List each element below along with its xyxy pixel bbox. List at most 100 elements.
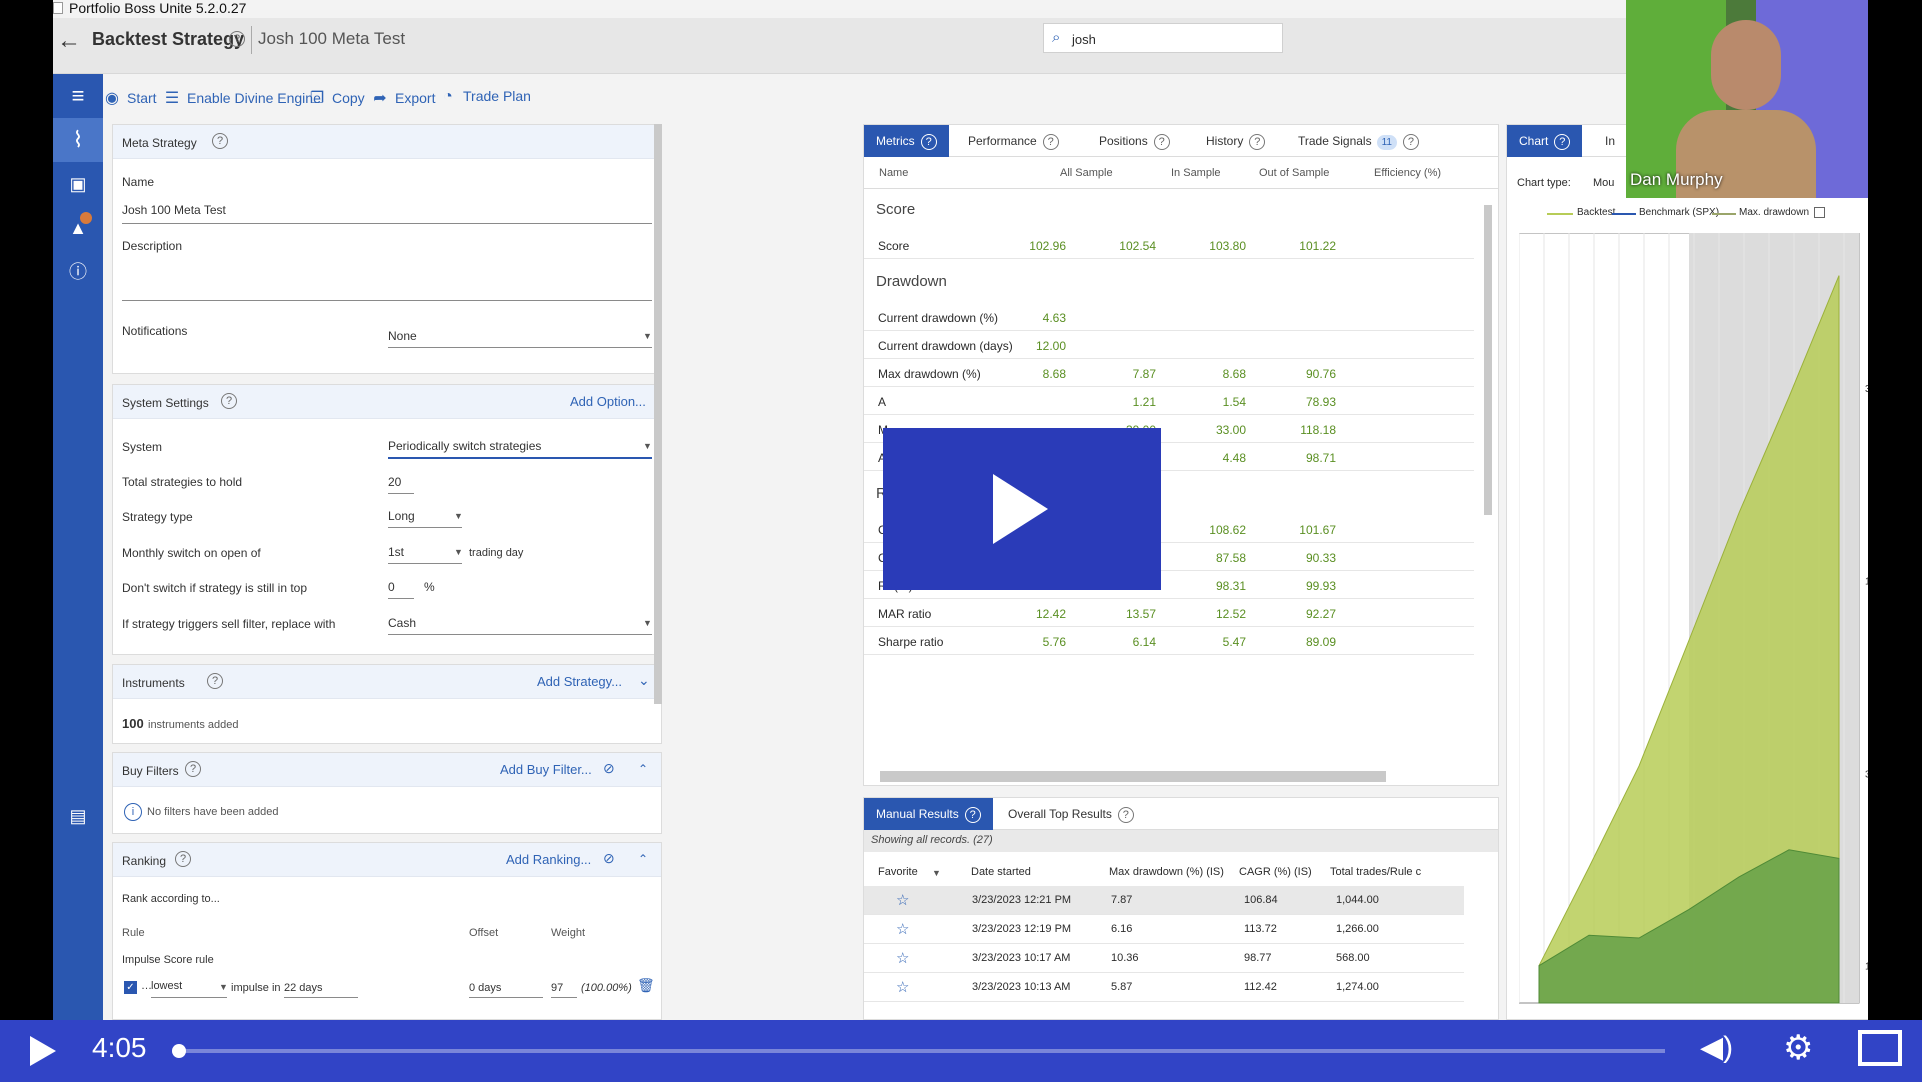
export-button[interactable]: ➦ Export [371,88,435,108]
settings-gear-icon[interactable]: ⚙ [1783,1028,1813,1068]
favorite-star-icon[interactable]: ☆ [896,920,909,938]
results-panel: Manual Results? Overall Top Results? Sho… [863,797,1499,1020]
rule-checkbox[interactable]: ✓ [124,981,137,994]
col-max-drawdown[interactable]: Max drawdown (%) (IS) [1109,866,1224,878]
notifications-icon[interactable]: ▲ [53,206,103,250]
add-buy-filter-button[interactable]: Add Buy Filter... [500,762,592,777]
dont-switch-input[interactable]: 0 [388,580,395,594]
metric-value: 90.76 [1305,367,1336,381]
copy-button[interactable]: ❐ Copy [308,88,365,108]
monthly-switch-select[interactable]: 1st [388,545,404,559]
progress-track[interactable] [175,1049,1665,1053]
log-icon[interactable]: ▤ [53,794,103,838]
tab-performance[interactable]: Performance? [956,125,1071,157]
back-arrow-icon[interactable]: ← [57,27,81,55]
results-row[interactable]: ☆ 3/23/2023 10:17 AM 10.36 98.77 568.00 [864,944,1464,973]
add-option-button[interactable]: Add Option... [570,394,646,409]
divider [251,26,252,54]
strategy-type-select[interactable]: Long [388,509,415,523]
tab-positions[interactable]: Positions? [1087,125,1182,157]
field-underline [388,634,652,635]
video-play-overlay[interactable] [883,428,1161,590]
add-strategy-button[interactable]: Add Strategy... [537,674,622,689]
start-button[interactable]: ◉ Start [103,88,157,108]
tab-overall-top-results[interactable]: Overall Top Results? [996,798,1146,830]
metric-name: MAR ratio [878,607,932,621]
help-icon[interactable]: ? [207,673,223,689]
app-icon [53,2,63,14]
search-input[interactable]: josh [1072,32,1096,47]
results-cell-date: 3/23/2023 10:17 AM [972,952,1071,964]
tab-metrics[interactable]: Metrics? [864,125,949,157]
offset-input[interactable]: 0 days [469,982,501,994]
chevron-up-icon[interactable]: ⌃ [638,762,648,776]
col-date-started[interactable]: Date started [971,866,1031,878]
tab-trade-signals[interactable]: Trade Signals 11? [1286,125,1431,157]
help-icon[interactable]: ? [229,31,245,47]
enable-divine-engine-button[interactable]: ☰ Enable Divine Engine [163,88,321,108]
legend-swatch-drawdown [1712,213,1736,215]
name-field[interactable]: Josh 100 Meta Test [122,203,226,217]
drawdown-checkbox[interactable] [1814,207,1825,218]
sliders-icon: ☰ [164,90,180,107]
results-row[interactable]: ☆ 3/23/2023 10:13 AM 5.87 112.42 1,274.00 [864,973,1464,1002]
volume-icon[interactable]: ◀) [1700,1030,1733,1065]
tab-manual-results[interactable]: Manual Results? [864,798,993,830]
search-box[interactable]: ⌕ josh [1043,23,1283,53]
notification-badge [80,212,92,224]
progress-handle[interactable] [172,1044,186,1058]
replace-with-select[interactable]: Cash [388,616,416,630]
help-icon[interactable]: ? [221,393,237,409]
results-cell-cagr: 113.72 [1244,923,1277,935]
help-icon[interactable]: ? [185,761,201,777]
notifications-select[interactable]: None [388,329,417,343]
chart-nav-icon[interactable]: ⌇ [53,118,103,162]
favorite-star-icon[interactable]: ☆ [896,978,909,996]
weight-input[interactable]: 97 [551,982,563,994]
chevron-down-icon[interactable]: ⌄ [638,672,650,689]
tab-chart[interactable]: Chart? [1507,125,1583,157]
chevron-up-icon[interactable]: ⌃ [638,852,648,866]
rule-days-input[interactable]: 22 days [284,982,323,994]
col-total-trades[interactable]: Total trades/Rule c [1330,866,1421,878]
tab-in[interactable]: In [1593,125,1627,157]
chevron-down-icon: ▼ [219,982,228,992]
chart-type-select[interactable]: Mou [1593,177,1614,189]
bookmark-off-icon[interactable]: ⊘ [603,850,615,867]
field-underline [388,457,652,459]
section-title: System Settings [122,396,209,410]
metric-row: MAR ratio 12.42 13.57 12.52 92.27 [864,599,1474,627]
help-nav-icon[interactable]: ⓘ [53,250,103,294]
favorite-star-icon[interactable]: ☆ [896,891,909,909]
trash-icon[interactable]: 🗑 [637,977,655,994]
col-cagr[interactable]: CAGR (%) (IS) [1239,866,1312,878]
ranking-panel: Ranking ? Add Ranking... ⊘ ⌃ Rank accord… [112,842,662,1020]
search-icon: ⌕ [1052,29,1061,46]
left-scrollbar[interactable] [654,124,662,704]
help-icon[interactable]: ? [212,133,228,149]
trade-plan-button[interactable]: ◔ Trade Plan [439,88,531,106]
results-row[interactable]: ☆ 3/23/2023 12:21 PM 7.87 106.84 1,044.00 [864,886,1464,915]
metric-value: 4.63 [1042,311,1066,325]
metric-value: 98.31 [1215,579,1246,593]
help-icon[interactable]: ? [175,851,191,867]
menu-icon[interactable]: ≡ [53,74,103,118]
bookmark-off-icon[interactable]: ⊘ [603,760,615,777]
favorite-star-icon[interactable]: ☆ [896,949,909,967]
system-label: System [122,440,163,454]
metric-value: 98.71 [1305,451,1336,465]
metrics-hscrollbar[interactable] [880,771,1386,782]
fullscreen-icon[interactable] [1858,1030,1902,1066]
legend-benchmark: Benchmark (SPX) [1639,207,1720,218]
col-favorite[interactable]: Favorite [878,866,918,878]
field-underline [122,300,652,301]
results-row[interactable]: ☆ 3/23/2023 12:19 PM 6.16 113.72 1,266.00 [864,915,1464,944]
play-icon[interactable] [28,1034,58,1068]
add-ranking-button[interactable]: Add Ranking... [506,852,591,867]
system-select[interactable]: Periodically switch strategies [388,439,541,453]
rule-order-select[interactable]: lowest [151,980,182,992]
favorites-folder-icon[interactable]: ▣ [53,162,103,206]
tab-history[interactable]: History? [1194,125,1277,157]
total-strategies-input[interactable]: 20 [388,475,401,489]
metrics-scrollbar[interactable] [1484,205,1492,515]
